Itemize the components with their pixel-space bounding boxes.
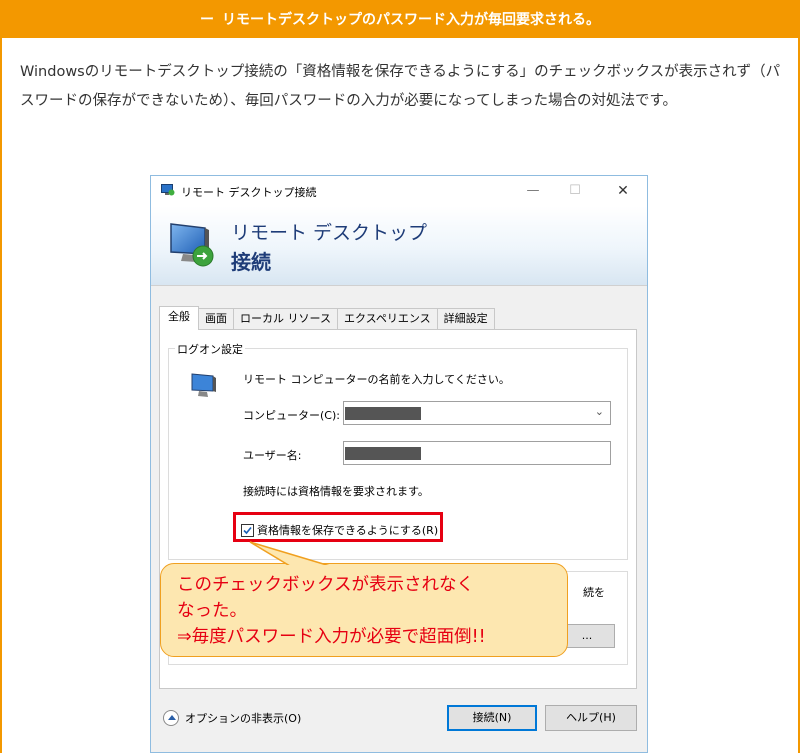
callout-line-1: このチェックボックスが表示されなく bbox=[177, 575, 474, 595]
hidden-group-text: 続を bbox=[583, 586, 605, 599]
annotation-callout: このチェックボックスが表示されなく なった。 ⇒毎度パスワード入力が必要で超面倒… bbox=[160, 563, 568, 657]
remote-desktop-dialog: リモート デスクトップ接続 — ☐ ✕ リモート デスクトップ 接続 全般 画面… bbox=[150, 175, 648, 753]
header-dash: ー bbox=[200, 12, 214, 28]
banner-title-line2: 接続 bbox=[231, 250, 271, 274]
callout-line-3: ⇒毎度パスワード入力が必要で超面倒!! bbox=[177, 627, 486, 647]
dialog-window-title: リモート デスクトップ接続 bbox=[181, 186, 317, 199]
header-title: リモートデスクトップのパスワード入力が毎回要求される。 bbox=[222, 12, 600, 28]
dialog-tabs: 全般 画面 ローカル リソース エクスペリエンス 詳細設定 bbox=[159, 306, 495, 330]
minimize-button[interactable]: — bbox=[519, 180, 547, 202]
tab-general[interactable]: 全般 bbox=[159, 306, 199, 330]
collapse-up-icon[interactable] bbox=[163, 710, 179, 726]
close-button[interactable]: ✕ bbox=[609, 180, 637, 202]
intro-paragraph: Windowsのリモートデスクトップ接続の「資格情報を保存できるようにする」のチ… bbox=[20, 64, 781, 109]
tab-experience[interactable]: エクスペリエンス bbox=[336, 308, 438, 330]
computer-combobox[interactable]: ⌄ bbox=[343, 401, 611, 425]
redacted-username bbox=[345, 447, 421, 460]
computer-label: コンピューター(C): bbox=[243, 409, 340, 422]
banner-title-line1: リモート デスクトップ bbox=[231, 222, 428, 244]
callout-pointer bbox=[249, 541, 334, 570]
tab-local-resources[interactable]: ローカル リソース bbox=[233, 308, 338, 330]
dialog-banner: リモート デスクトップ 接続 bbox=[151, 206, 647, 286]
hide-options-label: オプションの非表示(O) bbox=[185, 712, 302, 725]
chevron-down-icon[interactable]: ⌄ bbox=[595, 405, 604, 418]
computer-icon bbox=[191, 373, 216, 397]
connect-button[interactable]: 接続(N) bbox=[447, 705, 537, 731]
callout-line-2: なった。 bbox=[177, 601, 247, 621]
username-label: ユーザー名: bbox=[243, 449, 302, 462]
username-field[interactable] bbox=[343, 441, 611, 465]
logon-group-title: ログオン設定 bbox=[175, 341, 245, 357]
remote-desktop-logo-icon bbox=[170, 223, 214, 267]
help-button[interactable]: ヘルプ(H) bbox=[545, 705, 637, 731]
tab-advanced[interactable]: 詳細設定 bbox=[436, 308, 495, 330]
credentials-note: 接続時には資格情報を要求されます。 bbox=[243, 485, 429, 498]
maximize-button[interactable]: ☐ bbox=[561, 180, 589, 202]
tab-display[interactable]: 画面 bbox=[198, 308, 234, 330]
logon-instruction: リモート コンピューターの名前を入力してください。 bbox=[243, 373, 510, 386]
dialog-titlebar: リモート デスクトップ接続 — ☐ ✕ bbox=[151, 176, 647, 206]
remote-desktop-app-icon bbox=[161, 184, 175, 196]
hide-options-toggle[interactable]: オプションの非表示(O) bbox=[163, 710, 301, 726]
article-section-header: ー リモートデスクトップのパスワード入力が毎回要求される。 bbox=[0, 0, 800, 38]
redacted-computer-name bbox=[345, 407, 421, 420]
